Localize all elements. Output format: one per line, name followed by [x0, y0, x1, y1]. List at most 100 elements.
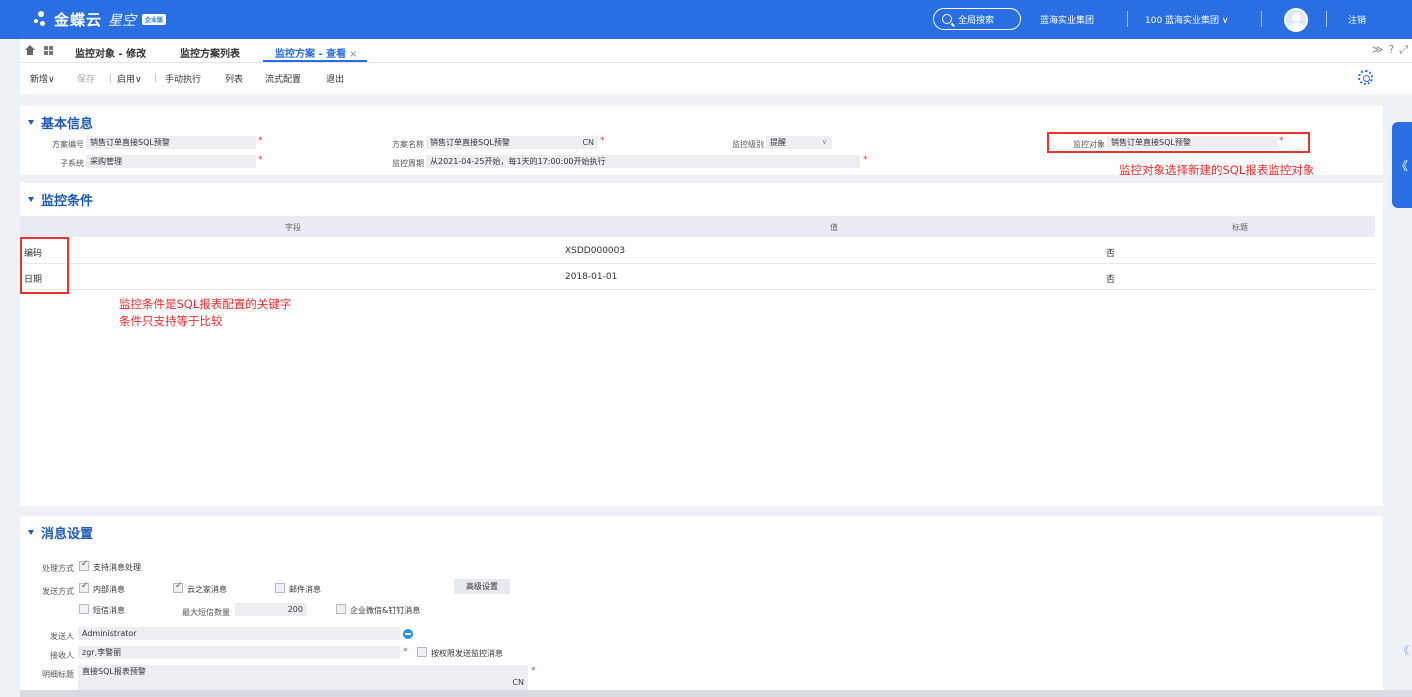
fullscreen-icon[interactable]: ⤢ [1399, 43, 1408, 57]
user-avatar[interactable] [1284, 8, 1308, 32]
left-gutter [0, 63, 20, 697]
column-header-field[interactable]: 字段 [285, 222, 301, 233]
detail-title-field[interactable]: 直接SQL报表预警 CN [78, 665, 528, 690]
new-button[interactable]: 新增∨ [30, 72, 55, 85]
tab-monitor-object-edit[interactable]: 监控对象 - 修改 [75, 45, 146, 60]
mail-msg-checkbox[interactable] [275, 583, 285, 593]
receiver-field[interactable]: zgr,李警丽 [78, 646, 400, 659]
yzj-msg-checkbox[interactable] [173, 581, 183, 593]
search-icon [942, 14, 952, 24]
wechat-msg-label: 企业微信&钉钉消息 [350, 606, 421, 615]
scheme-name-value: 销售订单直接SQL预警 [430, 138, 510, 147]
enable-label: 启用 [117, 75, 136, 85]
column-header-title[interactable]: 标题 [1232, 222, 1248, 233]
conditions-title[interactable]: 监控条件 [28, 190, 93, 209]
basic-info-title-text: 基本信息 [41, 117, 94, 132]
global-search-label: 全局搜索 [958, 15, 995, 26]
max-sms-field[interactable]: 200 [235, 603, 307, 616]
logout-link[interactable]: 注销 [1348, 13, 1366, 26]
scheme-name-field[interactable]: 销售订单直接SQL预警 CN [426, 136, 598, 149]
support-handle-label: 支持消息处理 [93, 563, 141, 572]
toolbar-divider [155, 74, 156, 83]
max-sms-label: 最大短信数量 [182, 608, 230, 617]
annotation-object-note: 监控对象选择新建的SQL报表监控对象 [1119, 163, 1315, 177]
sender-field[interactable]: Administrator [78, 627, 400, 640]
highlight-box [1047, 132, 1310, 153]
org-group-link[interactable]: 蓝海实业集团 [1040, 13, 1094, 26]
conditions-title-text: 监控条件 [41, 194, 94, 209]
lookup-icon[interactable] [403, 629, 413, 639]
collapse-right-icon[interactable]: 《 [1398, 642, 1409, 658]
sender-label: 发送人 [50, 632, 74, 641]
conditions-panel: 监控条件 字段 值 标题 编码 XSDD000003 否 日期 2018-01-… [20, 183, 1383, 506]
perm-send-checkbox[interactable] [417, 647, 427, 657]
toolbar-divider [110, 74, 111, 83]
language-code: CN [582, 138, 594, 147]
sms-msg-label: 短信消息 [93, 606, 125, 615]
tab-scheme-list[interactable]: 监控方案列表 [180, 45, 240, 60]
settings-gear-icon[interactable] [1358, 70, 1373, 85]
conditions-table-header: 字段 值 标题 [20, 216, 1375, 237]
support-handle-checkbox[interactable] [79, 559, 89, 571]
chevron-down-icon: ∨ [135, 75, 142, 85]
brand-name: 金蝶云 [54, 11, 103, 29]
scheme-code-field[interactable]: 销售订单直接SQL预警 [86, 136, 256, 149]
internal-msg-label: 内部消息 [93, 585, 125, 594]
cell-title: 否 [1106, 249, 1116, 259]
basic-info-title[interactable]: 基本信息 [28, 113, 93, 132]
action-toolbar: 新增∨ 保存 启用∨ 手动执行 列表 流式配置 退出 [20, 63, 1412, 94]
internal-msg-checkbox[interactable] [79, 581, 89, 593]
message-title[interactable]: 消息设置 [28, 523, 93, 542]
collapse-triangle-icon [28, 197, 34, 202]
handle-mode-label: 处理方式 [42, 564, 74, 573]
active-tab-indicator [263, 60, 367, 62]
apps-grid-icon[interactable] [44, 46, 53, 55]
flow-config-button[interactable]: 流式配置 [265, 72, 301, 85]
list-button[interactable]: 列表 [225, 72, 243, 85]
brand-logo[interactable]: 金蝶云 星空 企业版 [34, 9, 167, 30]
global-search-button[interactable]: 全局搜索 [933, 8, 1021, 30]
top-divider [1127, 11, 1128, 27]
table-row[interactable]: 日期 2018-01-01 否 [20, 264, 1375, 290]
org-current-label: 100 蓝海实业集团 [1145, 16, 1220, 26]
monitor-period-label: 监控周期 [392, 159, 424, 168]
required-mark: * [403, 647, 408, 657]
yzj-msg-label: 云之家消息 [187, 585, 227, 594]
horizontal-scrollbar[interactable] [20, 690, 1412, 697]
edition-badge: 企业版 [142, 14, 167, 25]
manual-run-button[interactable]: 手动执行 [165, 72, 201, 85]
save-button[interactable]: 保存 [77, 72, 95, 85]
wechat-msg-checkbox[interactable] [336, 604, 346, 614]
enable-button[interactable]: 启用∨ [117, 72, 142, 85]
cell-value: XSDD000003 [565, 246, 626, 256]
cell-title: 否 [1106, 275, 1116, 285]
sms-msg-checkbox[interactable] [79, 604, 89, 614]
receiver-label: 接收人 [50, 651, 74, 660]
chevron-down-icon: ∨ [48, 75, 55, 85]
message-title-text: 消息设置 [41, 527, 94, 542]
column-header-value[interactable]: 值 [830, 222, 838, 233]
monitor-level-select[interactable]: 提醒 ∨ [766, 136, 832, 149]
tab-tools: ≫ ? ⤢ [1372, 43, 1408, 57]
tab-scheme-view[interactable]: 监控方案 - 查看 × [275, 45, 358, 60]
advanced-settings-button[interactable]: 高级设置 [454, 579, 510, 594]
subsystem-field[interactable]: 采购管理 [86, 155, 256, 168]
monitor-period-field[interactable]: 从2021-04-25开始，每1天的17:00:00开始执行 [426, 155, 860, 168]
required-mark: * [258, 155, 263, 165]
close-icon[interactable]: × [349, 49, 357, 60]
monitor-level-value: 提醒 [770, 138, 786, 147]
top-divider [1261, 11, 1262, 27]
send-mode-label: 发送方式 [42, 587, 74, 596]
brand-sub: 星空 [108, 12, 137, 29]
scheme-code-label: 方案编号 [52, 140, 84, 149]
annotation-condition-note-1: 监控条件是SQL报表配置的关键字 [119, 297, 292, 311]
monitor-level-label: 监控级别 [732, 140, 764, 149]
collapse-icon[interactable]: ≫ [1372, 43, 1384, 57]
side-panel-toggle[interactable]: 《 [1392, 122, 1412, 208]
org-switcher[interactable]: 100 蓝海实业集团 ∨ [1145, 13, 1229, 26]
double-chevron-left-icon: 《 [1395, 158, 1408, 173]
table-row[interactable]: 编码 XSDD000003 否 [20, 238, 1375, 264]
exit-button[interactable]: 退出 [326, 72, 344, 85]
help-icon[interactable]: ? [1388, 43, 1394, 57]
home-icon[interactable] [25, 45, 35, 55]
